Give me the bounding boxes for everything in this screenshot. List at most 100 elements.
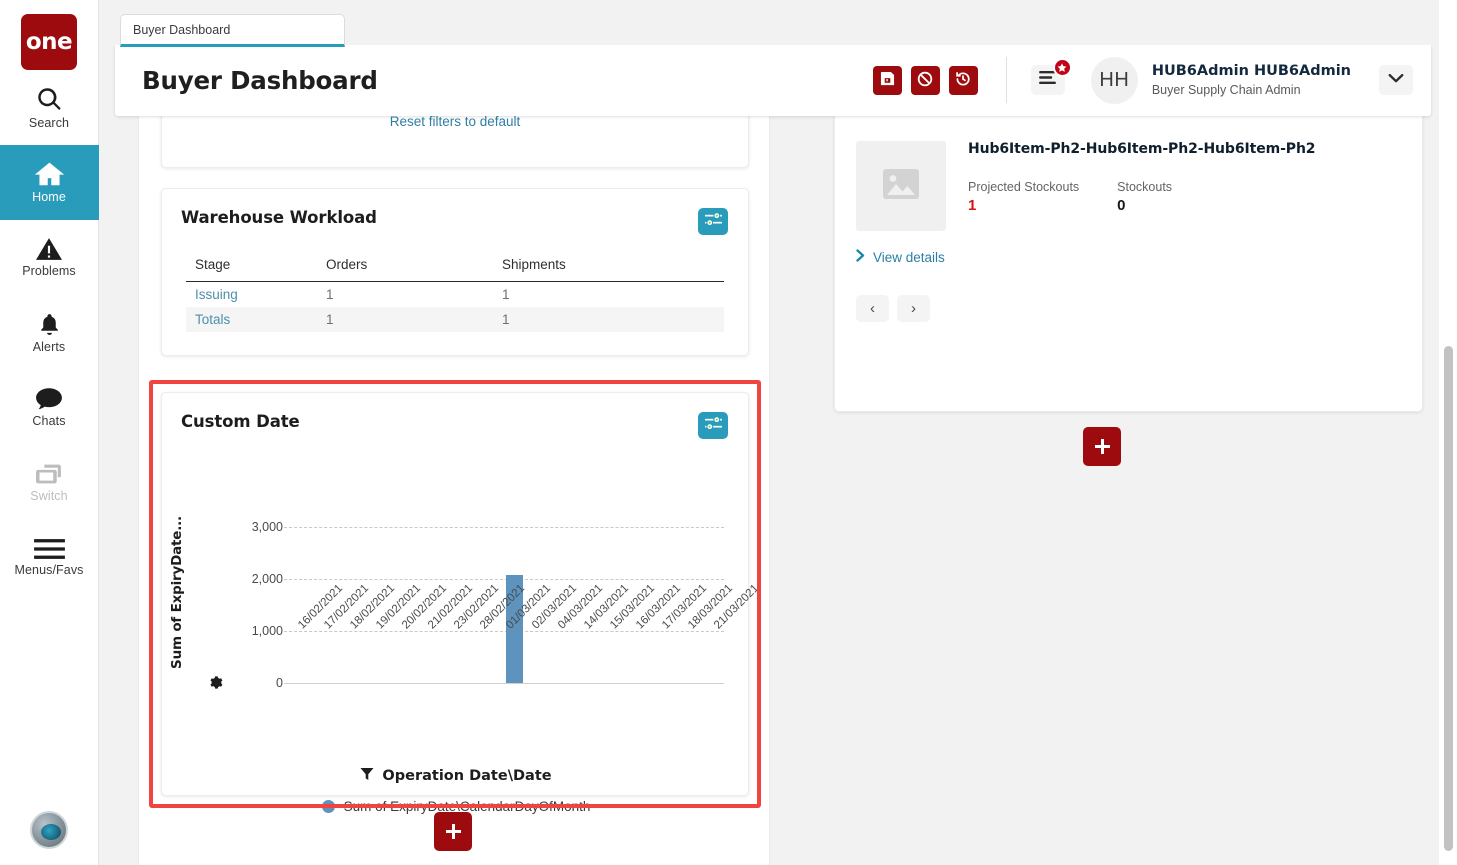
- table-header-row: Stage Orders Shipments: [186, 257, 724, 282]
- sidebar-item-switch[interactable]: Switch: [0, 445, 99, 520]
- avatar[interactable]: HH: [1090, 56, 1138, 104]
- user-menu-button[interactable]: [1379, 65, 1413, 95]
- sidebar-item-menus-favs[interactable]: Menus/Favs: [0, 520, 99, 595]
- sidebar-item-alerts[interactable]: Alerts: [0, 295, 99, 370]
- sidebar-item-label: Alerts: [32, 339, 66, 354]
- stat-value: 1: [968, 197, 977, 214]
- tab-buyer-dashboard[interactable]: Buyer Dashboard: [120, 14, 345, 47]
- header-right-controls: HH HUB6Admin HUB6Admin Buyer Supply Chai…: [872, 44, 1431, 116]
- item-thumbnail: [856, 141, 946, 231]
- card-header: Custom Date: [162, 393, 748, 439]
- sidebar-item-chats[interactable]: Chats: [0, 370, 99, 445]
- chart-x-axis-title: Operation Date\Date: [162, 767, 750, 785]
- sidebar-item-label: Search: [28, 115, 70, 130]
- cell-orders: 1: [326, 287, 334, 302]
- chat-icon: [35, 387, 63, 411]
- card-header: Warehouse Workload: [162, 189, 748, 235]
- page-header: Buyer Dashboard HH HUB6Admin HUB6Admin B…: [115, 44, 1431, 116]
- warehouse-workload-config-button[interactable]: [698, 208, 728, 235]
- chart-y-ticks: 3,000 2,000 1,000 0: [175, 461, 283, 761]
- page-scrollbar[interactable]: [1444, 0, 1453, 865]
- warehouse-workload-card: Warehouse Workload Stage Orders Shipment…: [161, 188, 749, 356]
- custom-date-config-button[interactable]: [698, 412, 728, 439]
- save-button[interactable]: [872, 65, 902, 95]
- menus-favs-icon: [1039, 71, 1057, 89]
- stat-label: Projected Stockouts: [968, 180, 1080, 194]
- sidebar-item-label: Menus/Favs: [14, 563, 84, 577]
- sidebar-item-problems[interactable]: Problems: [0, 220, 99, 295]
- table-row[interactable]: Issuing 1 1: [186, 282, 724, 308]
- chevron-right-icon: [856, 249, 865, 265]
- y-tick-label: 2,000: [251, 572, 283, 586]
- view-details-link[interactable]: View details: [856, 249, 1422, 265]
- view-details-label: View details: [873, 249, 945, 265]
- sidebar-item-label: Switch: [30, 489, 68, 503]
- reset-filters-link[interactable]: Reset filters to default: [390, 114, 521, 129]
- column-header-orders: Orders: [326, 257, 502, 282]
- chart-x-ticks: 16/02/2021 17/02/2021 18/02/2021 19/02/2…: [284, 582, 761, 703]
- cell-stage[interactable]: Issuing: [186, 282, 326, 308]
- cell-shipments: 1: [502, 307, 724, 332]
- cancel-icon: [917, 71, 933, 90]
- column-header-stage: Stage: [186, 257, 326, 282]
- home-icon: [34, 161, 64, 187]
- add-widget-button-left[interactable]: [434, 812, 472, 851]
- gridline-2000: [284, 579, 724, 580]
- pager-next-button[interactable]: ›: [897, 295, 930, 322]
- sidebar-item-home[interactable]: Home: [0, 145, 99, 220]
- y-tick-label: 0: [276, 676, 283, 690]
- save-icon: [880, 71, 895, 89]
- left-navigation-rail: one Search Home Problems Alerts Chats Sw…: [0, 0, 99, 865]
- funnel-icon: [360, 767, 374, 785]
- warehouse-workload-title: Warehouse Workload: [181, 208, 377, 227]
- header-divider: [1005, 57, 1007, 103]
- sidebar-item-label: Problems: [22, 264, 76, 278]
- sliders-icon: [704, 415, 722, 436]
- plus-icon: [1094, 439, 1110, 454]
- table-row[interactable]: Totals 1 1: [186, 307, 724, 332]
- stat-projected-stockouts: Projected Stockouts 1: [968, 180, 1079, 214]
- chart-x-axis-title-text: Operation Date\Date: [382, 768, 552, 784]
- menus-favs-button[interactable]: [1030, 58, 1072, 95]
- column-header-shipments: Shipments: [502, 257, 724, 282]
- bell-icon: [37, 312, 62, 337]
- dashboard-board: Reset filters to default Warehouse Workl…: [99, 0, 1457, 865]
- star-badge-icon: [1052, 58, 1072, 77]
- cell-stage[interactable]: Totals: [186, 307, 326, 332]
- history-icon: [955, 71, 971, 90]
- tab-strip: Buyer Dashboard: [99, 0, 1457, 47]
- cell-orders: 1: [326, 307, 502, 332]
- sliders-icon: [704, 211, 722, 232]
- list-item: Hub6Item-Ph2-Hub6Item-Ph2-Hub6Item-Ph2 P…: [835, 141, 1422, 322]
- sidebar-item-search[interactable]: Search: [0, 70, 99, 145]
- item-title[interactable]: Hub6Item-Ph2-Hub6Item-Ph2-Hub6Item-Ph2: [968, 141, 1316, 157]
- one-logo[interactable]: one: [21, 14, 77, 70]
- header-action-buttons: [872, 65, 978, 95]
- cancel-button[interactable]: [910, 65, 940, 95]
- sidebar-item-label: Home: [32, 190, 66, 204]
- stat-stockouts: Stockouts 0: [1117, 180, 1172, 214]
- switch-icon: [35, 462, 63, 486]
- revert-button[interactable]: [948, 65, 978, 95]
- y-tick-label: 1,000: [251, 624, 283, 638]
- sidebar-item-label: Chats: [32, 414, 66, 428]
- problems-icon: [36, 237, 62, 261]
- gridline-3000: [284, 527, 724, 528]
- add-widget-button-right[interactable]: [1083, 427, 1121, 466]
- custom-date-card: Custom Date Sum of ExpiryDate... 3,000 2…: [161, 392, 761, 814]
- user-info: HUB6Admin HUB6Admin Buyer Supply Chain A…: [1152, 62, 1351, 98]
- bar-chart: Sum of ExpiryDate... 3,000 2,000 1,000 0: [162, 461, 761, 814]
- chevron-down-icon: [1388, 71, 1404, 89]
- plus-icon: [445, 824, 461, 839]
- rail-user-avatar[interactable]: [30, 811, 68, 849]
- items-pager: ‹ ›: [856, 295, 1422, 322]
- legend-color-swatch: [321, 800, 335, 813]
- scrollbar-thumb[interactable]: [1444, 346, 1453, 851]
- pager-prev-button[interactable]: ‹: [856, 295, 889, 322]
- stat-value: 0: [1117, 197, 1126, 214]
- hamburger-icon: [33, 538, 65, 560]
- custom-date-title: Custom Date: [181, 412, 300, 431]
- stat-label: Stockouts: [1117, 180, 1173, 194]
- cell-shipments: 1: [502, 287, 510, 302]
- y-tick-label: 3,000: [251, 520, 283, 534]
